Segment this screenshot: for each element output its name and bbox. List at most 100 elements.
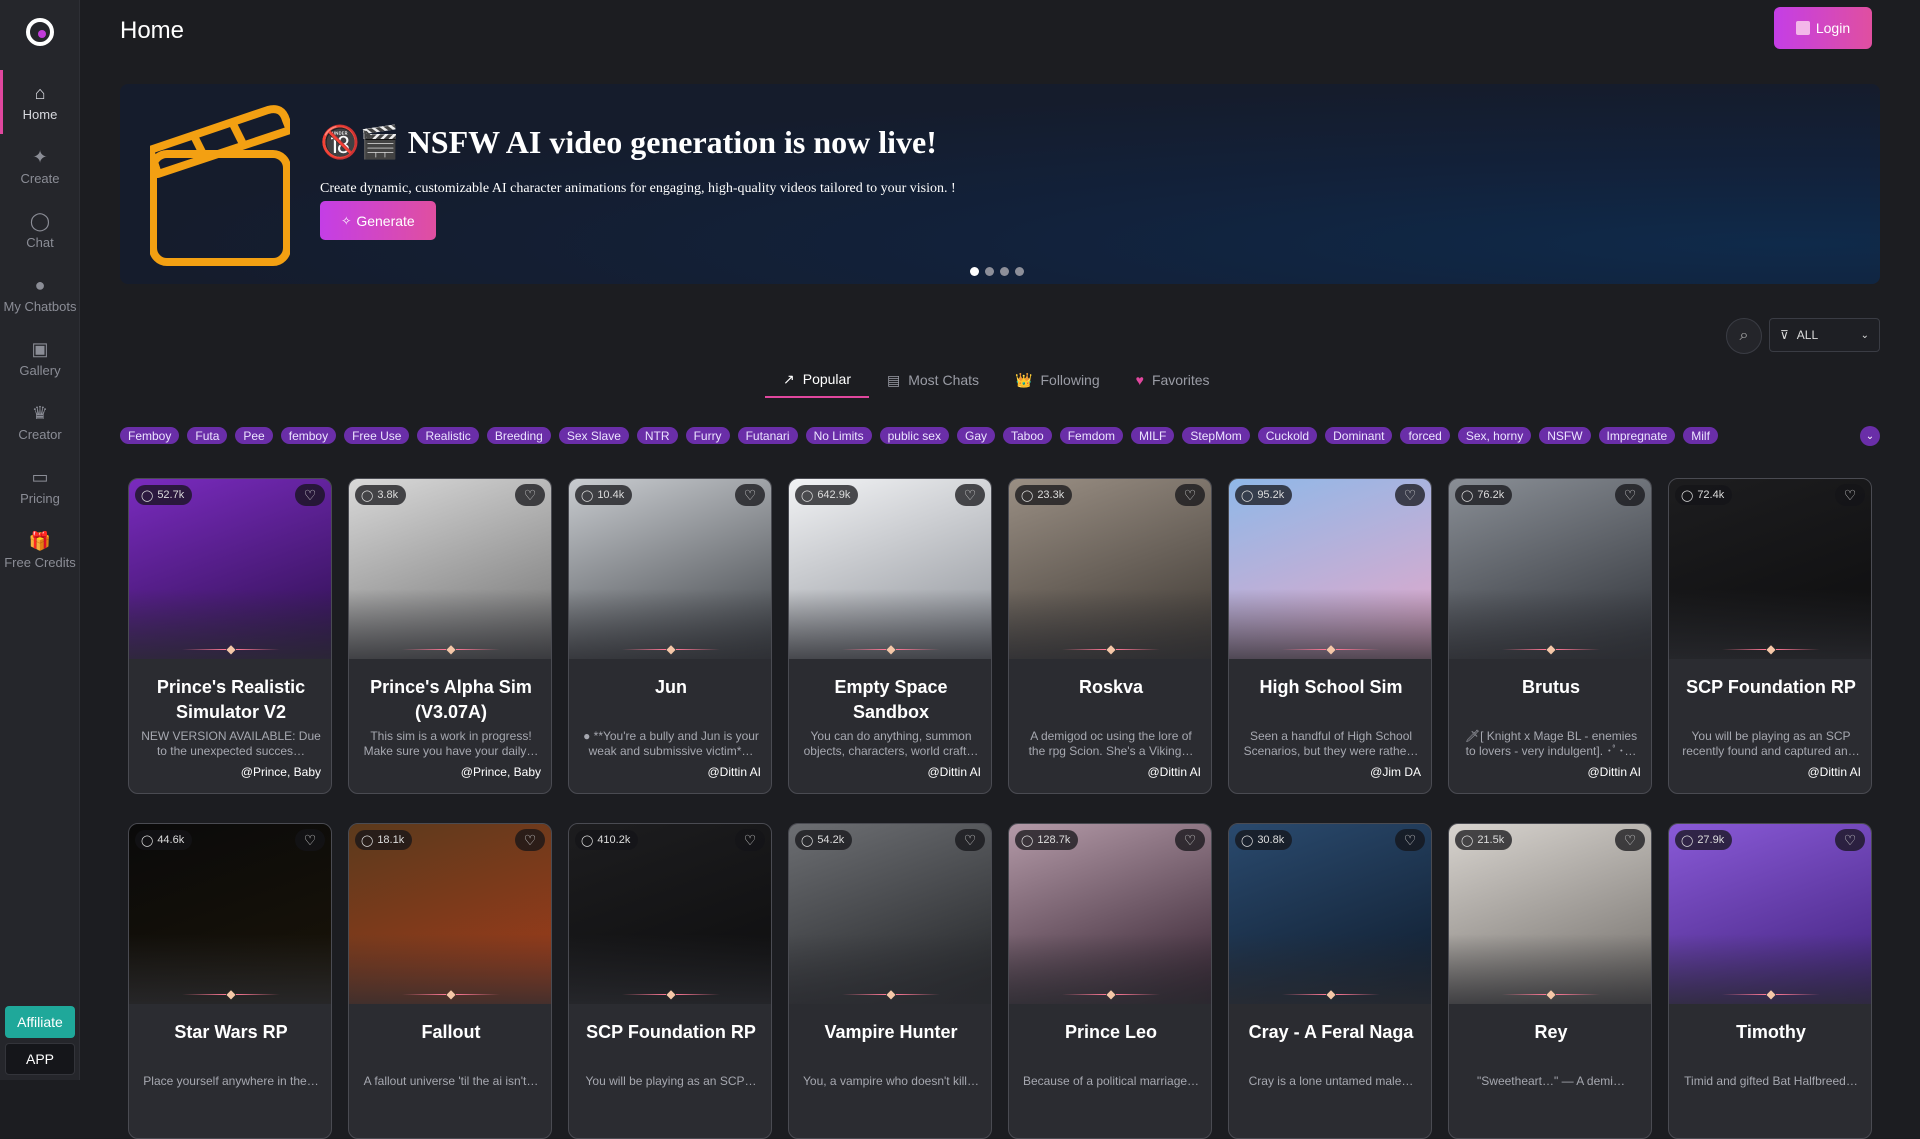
favorite-heart-icon[interactable]: ♡ [1835,829,1865,851]
character-card[interactable]: ◯ 52.7k ♡ ◆ Prince's Realistic Simulator V2 N… [128,478,332,794]
tag-chip[interactable]: Furry [685,427,730,444]
tags-expand-button[interactable]: ⌄ [1860,426,1880,446]
tag-chip[interactable]: Breeding [486,427,551,444]
character-name: Prince's Realistic Simulator V2 [156,677,306,722]
tag-chip[interactable]: Pee [235,427,273,444]
favorite-heart-icon[interactable]: ♡ [735,829,765,851]
tag-chip[interactable]: Dominant [1325,427,1393,444]
tag-chip[interactable]: NSFW [1539,427,1591,444]
generate-button[interactable]: ✧ Generate [320,201,436,240]
image-fade [789,589,991,679]
app-button[interactable]: APP [5,1043,75,1075]
character-card[interactable]: ◯ 30.8k ♡ ◆ Cray - A Feral Naga Cray is a lon… [1228,823,1432,1139]
tag-chip[interactable]: Impregnate [1598,427,1676,444]
tab-label: Most Chats [908,372,980,388]
favorite-heart-icon[interactable]: ♡ [515,829,545,851]
favorite-heart-icon[interactable]: ♡ [295,829,325,851]
image-fade [1449,934,1651,1024]
favorite-heart-icon[interactable]: ♡ [955,829,985,851]
character-card[interactable]: ◯ 410.2k ♡ ◆ SCP Foundation RP You will be pl… [568,823,772,1139]
favorite-heart-icon[interactable]: ♡ [295,484,325,506]
character-card[interactable]: ◯ 44.6k ♡ ◆ Star Wars RP Place yourself anywh… [128,823,332,1139]
app-logo[interactable] [26,18,54,46]
tab-popular[interactable]: ↗ Popular [765,362,869,398]
chat-count-badge: ◯ 642.9k [795,485,859,505]
sidebar-item-create[interactable]: ✦ Create [0,134,80,198]
tag-chip[interactable]: Femboy [120,427,180,444]
favorite-heart-icon[interactable]: ♡ [515,484,545,506]
sparkle-icon: ✧ [341,213,352,228]
tag-chip[interactable]: Sex Slave [558,427,629,444]
tab-most-chats[interactable]: ▤ Most Chats [869,362,997,398]
favorite-heart-icon[interactable]: ♡ [1395,484,1425,506]
character-card[interactable]: ◯ 54.2k ♡ ◆ Vampire Hunter You, a vampire who… [788,823,992,1139]
favorite-heart-icon[interactable]: ♡ [1395,829,1425,851]
tag-chip[interactable]: NTR [636,427,678,444]
category-filter-select[interactable]: ⊽ ALL ⌄ [1769,318,1880,352]
sidebar-item-pricing[interactable]: ▭ Pricing [0,454,80,518]
tab-following[interactable]: 👑 Following [997,362,1118,398]
tag-chip[interactable]: Realistic [417,427,479,444]
character-card[interactable]: ◯ 21.5k ♡ ◆ Rey "Sweetheart…" — A demi… [1448,823,1652,1139]
sparkle-icon: ✦ [32,146,48,167]
character-card[interactable]: ◯ 128.7k ♡ ◆ Prince Leo Because of a politica… [1008,823,1212,1139]
search-button[interactable]: ⌕ [1726,318,1762,354]
favorite-heart-icon[interactable]: ♡ [1835,484,1865,506]
gallery-icon: ▣ [31,338,49,359]
tag-chip[interactable]: forced [1400,427,1450,444]
favorite-heart-icon[interactable]: ♡ [1175,484,1205,506]
affiliate-button[interactable]: Affiliate [5,1006,75,1038]
image-fade [349,589,551,679]
tag-chip[interactable]: femboy [280,427,337,444]
tab-favorites[interactable]: ♥ Favorites [1118,362,1228,398]
sidebar-item-gallery[interactable]: ▣ Gallery [0,326,80,390]
tag-chip[interactable]: Sex, horny [1457,427,1532,444]
tag-chip[interactable]: StepMom [1182,427,1250,444]
sidebar-item-my-chatbots[interactable]: ● My Chatbots [0,262,80,326]
sidebar-item-chat[interactable]: ◯ Chat [0,198,80,262]
chat-count: 72.4k [1697,489,1725,501]
login-button[interactable]: Login [1774,7,1872,49]
tag-chip[interactable]: MILF [1131,427,1175,444]
page-title: Home [120,17,185,44]
character-card[interactable]: ◯ 76.2k ♡ ◆ Brutus 🗡[ Knight x Mage BL - enem… [1448,478,1652,794]
character-card[interactable]: ◯ 3.8k ♡ ◆ Prince's Alpha Sim (V3.07A) This s… [348,478,552,794]
chat-bubble-icon: ◯ [1021,489,1034,502]
tag-chip[interactable]: Futa [187,427,228,444]
divider-sparkle: ◆ [569,987,771,1001]
favorite-heart-icon[interactable]: ♡ [1615,829,1645,851]
character-card[interactable]: ◯ 18.1k ♡ ◆ Fallout A fallout universe 'til t… [348,823,552,1139]
tag-chip[interactable]: Futanari [737,427,798,444]
favorite-heart-icon[interactable]: ♡ [735,484,765,506]
tag-chip[interactable]: No Limits [805,427,872,444]
carousel-dot[interactable] [1000,267,1009,276]
sidebar-item-home[interactable]: ⌂ Home [0,70,80,134]
sidebar-item-creator[interactable]: ♛ Creator [0,390,80,454]
character-card[interactable]: ◯ 27.9k ♡ ◆ Timothy Timid and gifted Bat Half… [1668,823,1872,1139]
divider-sparkle: ◆ [1669,642,1871,656]
tag-chip[interactable]: Gay [956,427,995,444]
tag-chip[interactable]: Milf [1683,427,1718,444]
character-card[interactable]: ◯ 10.4k ♡ ◆ Jun ● **You're a bully and Jun is… [568,478,772,794]
character-card[interactable]: ◯ 95.2k ♡ ◆ High School Sim Seen a handful of… [1228,478,1432,794]
chat-count-badge: ◯ 54.2k [795,830,853,850]
favorite-heart-icon[interactable]: ♡ [1615,484,1645,506]
chat-bubble-icon: ◯ [361,489,374,502]
tag-chip[interactable]: Femdom [1059,427,1124,444]
tag-chip[interactable]: Free Use [344,427,410,444]
divider-sparkle: ◆ [129,642,331,656]
carousel-dot[interactable] [970,267,979,276]
tag-chip[interactable]: Taboo [1003,427,1052,444]
favorite-heart-icon[interactable]: ♡ [1175,829,1205,851]
sidebar-item-free-credits[interactable]: 🎁 Free Credits [0,518,80,582]
tag-filter-list: Femboy Futa Pee femboy Free Use Realistic Bree… [120,427,1865,444]
tag-chip[interactable]: Cuckold [1257,427,1318,444]
carousel-dot[interactable] [1015,267,1024,276]
character-name: Vampire Hunter [824,1022,958,1042]
favorite-heart-icon[interactable]: ♡ [955,484,985,506]
carousel-dot[interactable] [985,267,994,276]
tag-chip[interactable]: public sex [879,427,949,444]
character-card[interactable]: ◯ 642.9k ♡ ◆ Empty Space Sandbox You can do a… [788,478,992,794]
character-card[interactable]: ◯ 23.3k ♡ ◆ Roskva A demigod oc using the lor… [1008,478,1212,794]
character-card[interactable]: ◯ 72.4k ♡ ◆ SCP Foundation RP You will be pla… [1668,478,1872,794]
